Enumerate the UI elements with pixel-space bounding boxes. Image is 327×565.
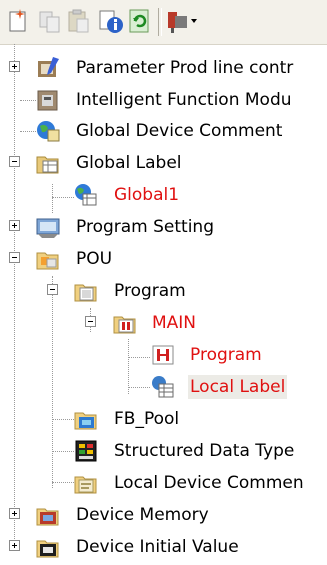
- tree-item-label: MAIN: [152, 313, 197, 333]
- device-memory-icon: [35, 502, 61, 528]
- tree-item-pou[interactable]: POU: [0, 243, 327, 274]
- structured-data-icon: [73, 438, 99, 464]
- toolbar-separator: [158, 8, 162, 36]
- device-comment-icon: [35, 118, 61, 144]
- tree-item-label: Program: [190, 345, 262, 365]
- tree-item-program-setting[interactable]: Program Setting: [0, 211, 327, 242]
- project-tree: Parameter Prod line contr Intelligent Fu…: [0, 44, 327, 558]
- tree-item-parameter[interactable]: Parameter Prod line contr: [0, 52, 327, 83]
- tree-item-program[interactable]: Program: [0, 339, 327, 370]
- project-toolbar: [0, 0, 327, 45]
- tree-item-label: Device Initial Value: [76, 537, 239, 557]
- program-block-icon: [112, 310, 138, 336]
- tree-item-label: Program: [114, 281, 186, 301]
- fb-pool-icon: [73, 406, 99, 432]
- tree-item-label: Device Memory: [76, 505, 209, 525]
- tree-item-device-memory[interactable]: Device Memory: [0, 499, 327, 530]
- pou-folder-icon: [35, 246, 61, 272]
- tree-item-label: POU: [76, 249, 113, 269]
- intelligent-module-icon: [35, 87, 61, 113]
- tree-item-local-device-comment[interactable]: Local Device Commen: [0, 467, 327, 498]
- collapse-button[interactable]: [85, 316, 96, 327]
- global-label-icon: [73, 182, 99, 208]
- tree-item-intelligent-function-module[interactable]: Intelligent Function Modu: [0, 84, 327, 115]
- device-initial-value-icon: [35, 534, 61, 560]
- expand-button[interactable]: [9, 540, 20, 551]
- expand-button[interactable]: [9, 508, 20, 519]
- local-device-comment-icon: [73, 470, 99, 496]
- program-folder-icon: [73, 278, 99, 304]
- tree-item-program-folder[interactable]: Program: [0, 275, 327, 306]
- tree-item-label: FB_Pool: [114, 409, 180, 429]
- tree-item-label: Structured Data Type: [114, 441, 295, 461]
- collapse-button[interactable]: [9, 252, 20, 263]
- refresh-icon[interactable]: [127, 8, 153, 34]
- properties-icon[interactable]: [98, 8, 124, 34]
- tree-item-label: Local Device Commen: [114, 473, 304, 493]
- tree-item-label: Global Device Comment: [76, 121, 283, 141]
- tree-item-global-device-comment[interactable]: Global Device Comment: [0, 115, 327, 146]
- collapse-button[interactable]: [47, 284, 58, 295]
- program-setting-icon: [35, 214, 61, 240]
- tree-item-label: Program Setting: [76, 217, 215, 237]
- copy-icon[interactable]: [37, 8, 63, 34]
- display-filter-icon[interactable]: [166, 8, 200, 34]
- collapse-button[interactable]: [9, 156, 20, 167]
- expand-button[interactable]: [9, 220, 20, 231]
- parameter-icon: [35, 55, 61, 81]
- expand-button[interactable]: [9, 61, 20, 72]
- tree-item-label: Parameter Prod line contr: [76, 58, 294, 78]
- tree-item-structured-data-type[interactable]: Structured Data Type: [0, 435, 327, 466]
- tree-item-label: Global Label: [76, 153, 182, 173]
- tree-item-label: Local Label: [188, 375, 288, 399]
- local-label-icon: [150, 374, 176, 400]
- tree-item-main[interactable]: MAIN: [0, 307, 327, 338]
- new-data-icon[interactable]: [6, 8, 32, 34]
- tree-item-device-initial-value[interactable]: Device Initial Value: [0, 531, 327, 562]
- tree-item-local-label[interactable]: Local Label: [0, 371, 327, 402]
- tree-item-label: Intelligent Function Modu: [76, 90, 292, 110]
- tree-item-global1[interactable]: Global1: [0, 179, 327, 210]
- paste-icon[interactable]: [66, 8, 92, 34]
- ladder-program-icon: [150, 342, 176, 368]
- global-label-folder-icon: [35, 150, 61, 176]
- tree-item-global-label[interactable]: Global Label: [0, 147, 327, 178]
- tree-item-fb-pool[interactable]: FB_Pool: [0, 403, 327, 434]
- tree-item-label: Global1: [114, 185, 180, 205]
